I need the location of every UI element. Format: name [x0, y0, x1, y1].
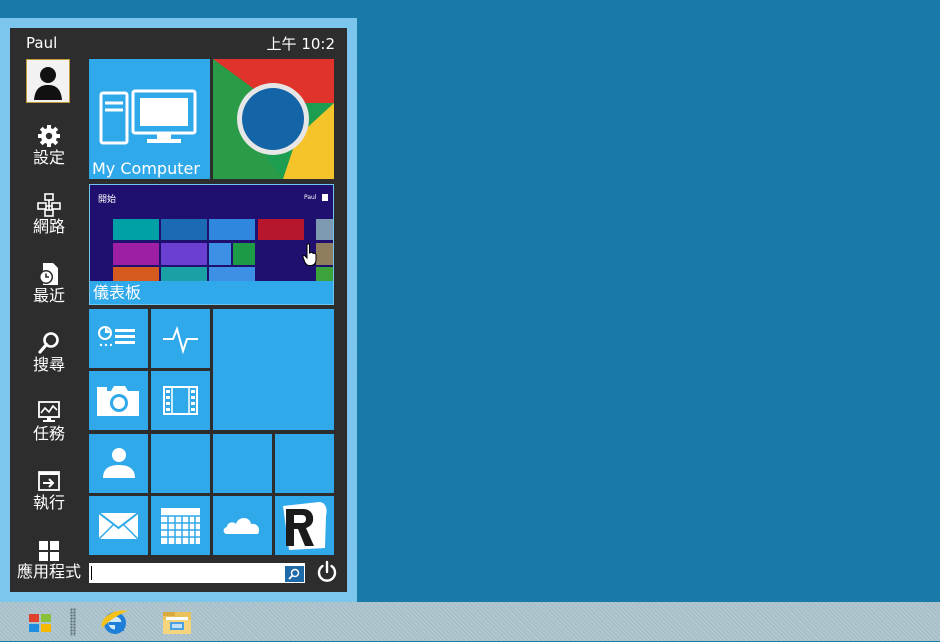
run-icon — [38, 471, 60, 491]
sidebar-item-network[interactable]: 網路 — [10, 193, 88, 236]
preview-title: 開始 — [98, 195, 117, 205]
tile-label: My Computer — [92, 159, 200, 178]
avatar[interactable] — [26, 59, 70, 103]
preview-tile — [316, 267, 333, 281]
tile-large-empty[interactable] — [213, 309, 334, 430]
tile-my-computer[interactable]: My Computer — [89, 59, 210, 179]
preview-tile — [258, 219, 304, 240]
apps-grid-icon — [39, 541, 59, 561]
tile-chrome[interactable] — [213, 59, 334, 179]
preview-tile — [316, 219, 333, 240]
tile-people[interactable] — [89, 434, 148, 493]
sidebar-item-label: 應用程式 — [16, 562, 81, 581]
search-icon — [288, 568, 300, 580]
preview-tile — [316, 243, 333, 265]
search-icon — [38, 332, 59, 354]
text-caret — [91, 566, 92, 580]
person-icon — [103, 448, 135, 478]
start-button[interactable] — [24, 606, 58, 638]
preview-tile — [209, 267, 255, 281]
tile-camera[interactable] — [89, 371, 148, 430]
sidebar-item-run[interactable]: 執行 — [10, 469, 88, 512]
sidebar-item-tasks[interactable]: 任務 — [10, 400, 88, 443]
sidebar-item-settings[interactable]: 設定 — [10, 124, 88, 167]
internet-explorer-icon — [101, 610, 128, 634]
power-icon — [317, 560, 337, 582]
tile-empty-2[interactable] — [213, 434, 272, 493]
dashboard-preview: 開始 Paul — [90, 185, 333, 281]
sidebar-item-apps[interactable]: 應用程式 — [10, 540, 88, 581]
taskbar — [0, 602, 940, 641]
reader-app-icon — [283, 502, 327, 550]
tile-video[interactable] — [151, 371, 210, 430]
preview-tile — [233, 243, 255, 265]
sidebar-item-label: 任務 — [32, 424, 65, 443]
user-avatar-icon — [34, 67, 62, 100]
film-strip-icon — [163, 386, 198, 415]
tile-dashboard[interactable]: 開始 Paul 儀表板 — [89, 184, 334, 305]
calendar-icon — [161, 508, 200, 544]
sidebar-item-search[interactable]: 搜尋 — [10, 331, 88, 374]
tile-reader[interactable] — [275, 496, 334, 555]
sidebar-item-recent[interactable]: 最近 — [10, 262, 88, 305]
preview-tile — [209, 243, 231, 265]
computer-icon — [99, 89, 197, 145]
gear-icon — [38, 125, 60, 147]
preview-tile — [113, 219, 159, 240]
tile-activity[interactable] — [151, 309, 210, 368]
sidebar-item-label: 網路 — [32, 217, 65, 236]
camera-icon — [97, 386, 139, 416]
tile-mail[interactable] — [89, 496, 148, 555]
taskbar-internet-explorer[interactable] — [98, 606, 132, 638]
hand-cursor-icon — [302, 243, 317, 266]
preview-tile — [161, 219, 207, 240]
recent-documents-icon — [39, 263, 58, 285]
tile-calendar[interactable] — [151, 496, 210, 555]
tile-label: 儀表板 — [93, 283, 142, 302]
taskbar-grip[interactable] — [70, 608, 76, 636]
file-explorer-icon — [163, 612, 191, 634]
network-icon — [37, 193, 61, 217]
taskbar-file-explorer[interactable] — [160, 606, 194, 638]
search-input[interactable] — [89, 563, 305, 583]
task-monitor-icon — [38, 401, 60, 422]
sidebar-item-label: 搜尋 — [32, 355, 65, 374]
mail-icon — [98, 512, 139, 540]
tile-overview[interactable] — [89, 309, 148, 368]
preview-avatar-icon — [322, 194, 328, 201]
chrome-icon — [213, 59, 334, 179]
preview-tile — [209, 219, 255, 240]
start-menu: Paul 上午 10:2 設定 網路 最近 搜尋 任務 執行 應用程式 My C… — [10, 28, 347, 592]
clock: 上午 10:2 — [266, 35, 335, 53]
sidebar-item-label: 設定 — [32, 148, 65, 167]
tile-empty-1[interactable] — [151, 434, 210, 493]
pulse-icon — [163, 325, 198, 355]
windows-logo-icon — [29, 614, 51, 632]
sidebar-item-label: 最近 — [32, 286, 65, 305]
preview-tile — [161, 267, 207, 281]
tile-empty-3[interactable] — [275, 434, 334, 493]
search-button[interactable] — [284, 565, 305, 583]
power-button[interactable] — [315, 560, 339, 584]
preview-user: Paul — [304, 194, 317, 201]
user-name: Paul — [26, 34, 58, 52]
sidebar-item-label: 執行 — [32, 493, 65, 512]
cloud-icon — [223, 518, 260, 534]
preview-tile — [161, 243, 207, 265]
tile-onedrive[interactable] — [213, 496, 272, 555]
preview-tile — [113, 243, 159, 265]
pie-chart-list-icon — [98, 326, 135, 347]
